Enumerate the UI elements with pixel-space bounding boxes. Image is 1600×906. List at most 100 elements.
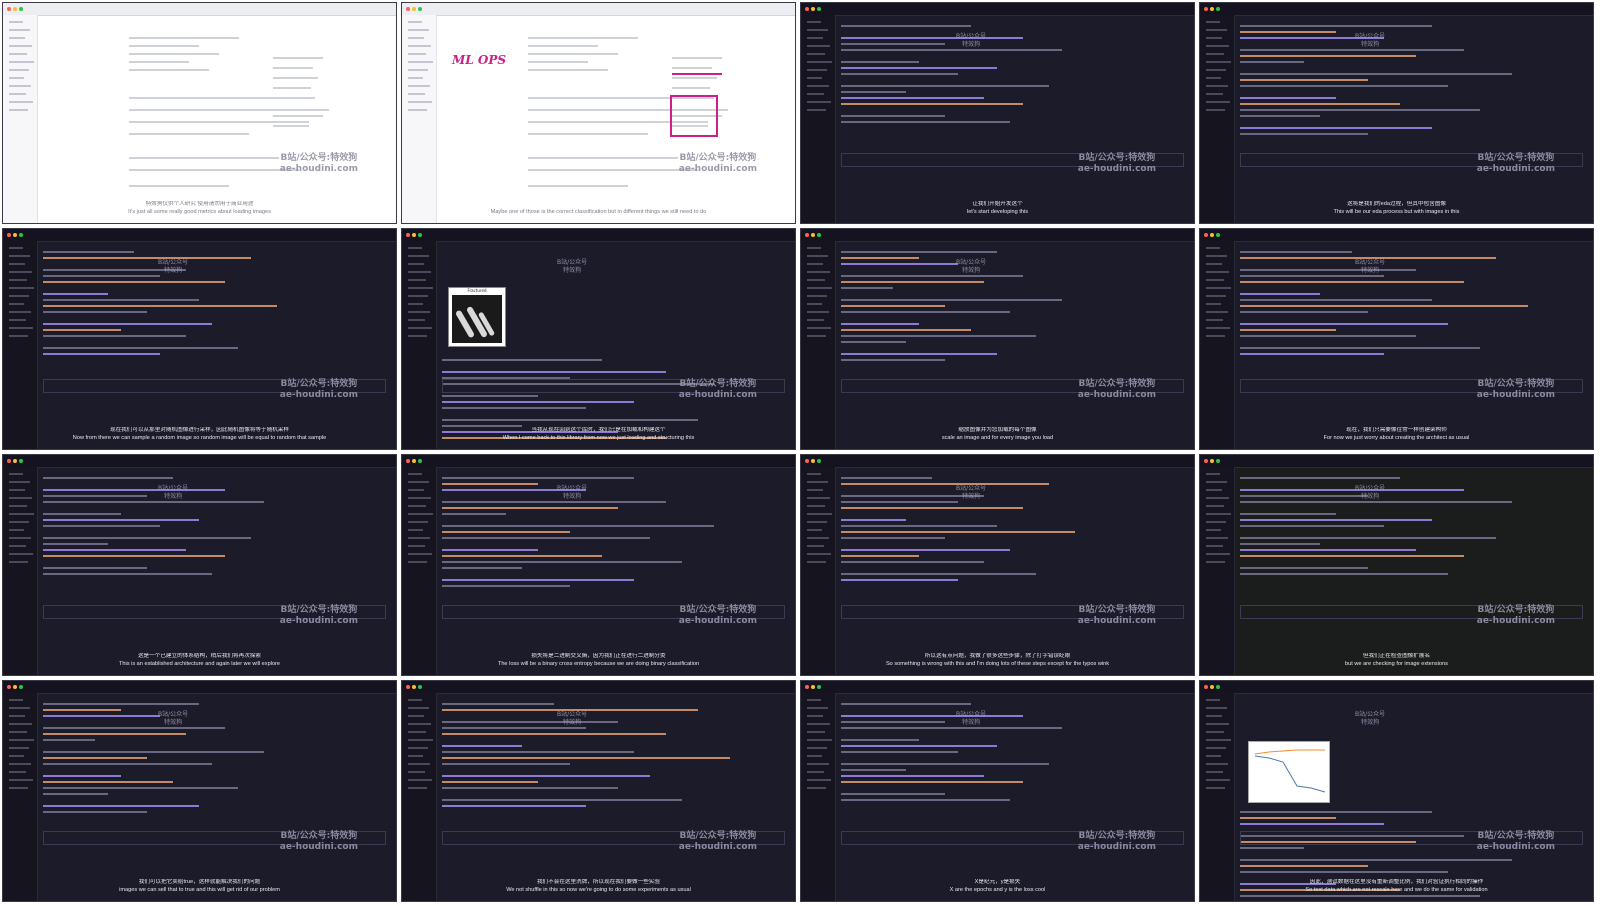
window-control-dot[interactable] <box>811 7 815 11</box>
window-control-dot[interactable] <box>7 685 11 689</box>
sidebar-item[interactable] <box>9 561 28 563</box>
sidebar-item[interactable] <box>408 707 429 709</box>
sidebar-item[interactable] <box>1206 545 1223 547</box>
sidebar-item[interactable] <box>408 779 432 781</box>
sidebar-item[interactable] <box>1206 319 1223 321</box>
sidebar-item[interactable] <box>1206 481 1227 483</box>
sidebar-item[interactable] <box>9 779 33 781</box>
sidebar-item[interactable] <box>9 37 25 39</box>
sidebar-item[interactable] <box>807 303 822 305</box>
sidebar-item[interactable] <box>1206 37 1222 39</box>
sidebar-item[interactable] <box>1206 109 1225 111</box>
sidebar-item[interactable] <box>1206 303 1221 305</box>
sidebar-item[interactable] <box>9 723 32 725</box>
sidebar-item[interactable] <box>9 481 30 483</box>
sidebar-item[interactable] <box>9 537 31 539</box>
sidebar-item[interactable] <box>1206 77 1221 79</box>
sidebar-item[interactable] <box>408 747 428 749</box>
sidebar-item[interactable] <box>1206 335 1225 337</box>
sidebar-item[interactable] <box>807 739 832 741</box>
sidebar-item[interactable] <box>807 771 824 773</box>
sidebar-item[interactable] <box>408 303 423 305</box>
sidebar-item[interactable] <box>1206 497 1229 499</box>
sidebar-item[interactable] <box>807 755 822 757</box>
sidebar-item[interactable] <box>9 335 28 337</box>
sidebar-item[interactable] <box>9 327 33 329</box>
sidebar-item[interactable] <box>807 45 830 47</box>
window-control-dot[interactable] <box>406 459 410 463</box>
sidebar-item[interactable] <box>807 69 827 71</box>
sidebar-item[interactable] <box>408 521 428 523</box>
window-control-dot[interactable] <box>1210 7 1214 11</box>
sidebar-item[interactable] <box>1206 21 1220 23</box>
window-control-dot[interactable] <box>7 233 11 237</box>
sidebar-item[interactable] <box>408 505 426 507</box>
sidebar-item[interactable] <box>408 529 423 531</box>
sidebar-item[interactable] <box>807 747 827 749</box>
window-control-dot[interactable] <box>811 685 815 689</box>
sidebar-item[interactable] <box>807 311 829 313</box>
window-control-dot[interactable] <box>1210 233 1214 237</box>
sidebar-item[interactable] <box>807 85 829 87</box>
sidebar-item[interactable] <box>408 69 428 71</box>
sidebar-item[interactable] <box>408 287 433 289</box>
sidebar-item[interactable] <box>1206 739 1231 741</box>
window-control-dot[interactable] <box>412 7 416 11</box>
sidebar-item[interactable] <box>807 271 830 273</box>
sidebar-item[interactable] <box>1206 271 1229 273</box>
window-control-dot[interactable] <box>19 459 23 463</box>
sidebar-item[interactable] <box>807 279 825 281</box>
window-control-dot[interactable] <box>7 459 11 463</box>
sidebar-item[interactable] <box>807 529 822 531</box>
sidebar-item[interactable] <box>807 723 830 725</box>
sidebar-item[interactable] <box>408 311 430 313</box>
sidebar-item[interactable] <box>807 21 821 23</box>
sidebar-item[interactable] <box>807 29 828 31</box>
sidebar-item[interactable] <box>1206 561 1225 563</box>
sidebar-item[interactable] <box>408 739 433 741</box>
sidebar-item[interactable] <box>9 521 29 523</box>
sidebar-item[interactable] <box>807 109 826 111</box>
sidebar-item[interactable] <box>408 771 425 773</box>
sidebar-item[interactable] <box>1206 69 1226 71</box>
sidebar-item[interactable] <box>9 69 29 71</box>
window-control-dot[interactable] <box>1216 685 1220 689</box>
window-control-dot[interactable] <box>805 459 809 463</box>
sidebar-item[interactable] <box>9 93 26 95</box>
sidebar-item[interactable] <box>1206 255 1227 257</box>
sidebar-item[interactable] <box>1206 771 1223 773</box>
sidebar-item[interactable] <box>1206 247 1220 249</box>
sidebar-item[interactable] <box>1206 715 1222 717</box>
sidebar-item[interactable] <box>408 763 430 765</box>
sidebar-item[interactable] <box>9 29 30 31</box>
sidebar-item[interactable] <box>1206 763 1228 765</box>
window-control-dot[interactable] <box>418 7 422 11</box>
sidebar-item[interactable] <box>408 715 424 717</box>
sidebar-item[interactable] <box>9 319 26 321</box>
sidebar-item[interactable] <box>408 295 428 297</box>
sidebar-item[interactable] <box>807 521 827 523</box>
sidebar-item[interactable] <box>408 109 427 111</box>
sidebar-item[interactable] <box>408 271 431 273</box>
sidebar-item[interactable] <box>807 489 823 491</box>
sidebar-item[interactable] <box>1206 287 1231 289</box>
sidebar-item[interactable] <box>1206 731 1224 733</box>
sidebar-item[interactable] <box>408 101 432 103</box>
sidebar-item[interactable] <box>1206 553 1230 555</box>
sidebar-item[interactable] <box>9 279 27 281</box>
sidebar-item[interactable] <box>408 473 422 475</box>
sidebar-item[interactable] <box>408 263 424 265</box>
sidebar-item[interactable] <box>408 723 431 725</box>
window-control-dot[interactable] <box>412 233 416 237</box>
sidebar-item[interactable] <box>1206 747 1226 749</box>
sidebar-item[interactable] <box>807 473 821 475</box>
sidebar-item[interactable] <box>807 287 832 289</box>
window-control-dot[interactable] <box>1204 233 1208 237</box>
window-control-dot[interactable] <box>1210 459 1214 463</box>
sidebar-item[interactable] <box>9 295 29 297</box>
sidebar-item[interactable] <box>1206 521 1226 523</box>
sidebar-item[interactable] <box>408 45 431 47</box>
window-control-dot[interactable] <box>406 233 410 237</box>
sidebar-item[interactable] <box>408 513 433 515</box>
sidebar-item[interactable] <box>1206 513 1231 515</box>
